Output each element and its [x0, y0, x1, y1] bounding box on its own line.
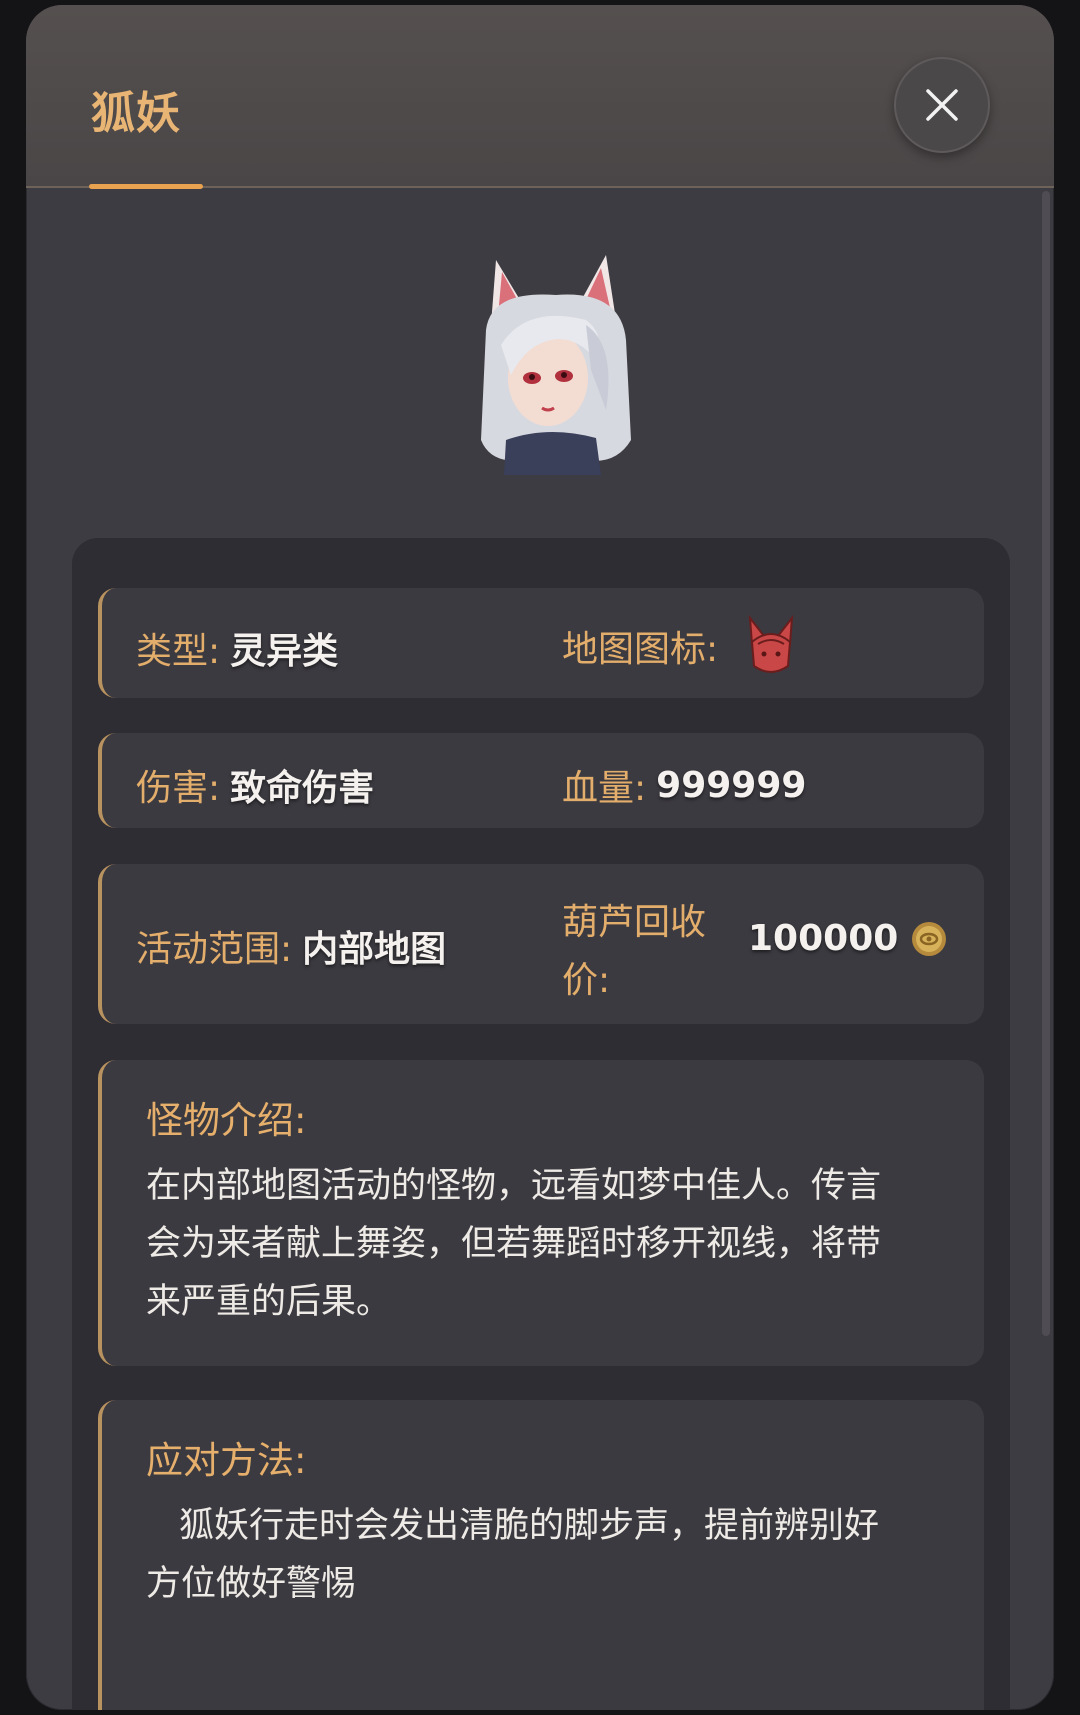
damage-field: 伤害: 致命伤害 [136, 759, 374, 811]
intro-line: 会为来者献上舞姿，但若舞蹈时移开视线，将带 [146, 1224, 882, 1264]
hp-label: 血量: [562, 768, 647, 809]
modal-header: 狐妖 [26, 5, 1054, 189]
map-icon-field: 地图图标: [562, 614, 796, 678]
map-icon-label: 地图图标: [562, 629, 719, 670]
hp-field: 血量: 999999 [562, 759, 806, 811]
active-tab-indicator [89, 184, 203, 189]
strategy-line: 方位做好警惕 [146, 1564, 357, 1604]
scrollbar[interactable] [1042, 191, 1050, 1336]
recycle-label-line2: 价: [562, 960, 611, 1001]
range-label: 活动范围: [136, 929, 293, 970]
info-panel: 类型: 灵异类 地图图标: 伤害: 致命伤害 血量: 999999 活动范围: … [72, 538, 1010, 1710]
monster-intro-card: 怪物介绍: 在内部地图活动的怪物，远看如梦中佳人。传言 会为来者献上舞姿，但若舞… [98, 1060, 984, 1366]
info-card-range: 活动范围: 内部地图 葫芦回收 价: 100000 [98, 864, 984, 1024]
intro-text: 在内部地图活动的怪物，远看如梦中佳人。传言 会为来者献上舞姿，但若舞蹈时移开视线… [146, 1157, 936, 1331]
fox-head-map-icon [748, 614, 794, 673]
type-label: 类型: [136, 631, 221, 672]
tab-monster-name[interactable]: 狐妖 [91, 77, 181, 141]
intro-line: 来严重的后果。 [146, 1282, 392, 1322]
range-value: 内部地图 [302, 929, 447, 970]
type-value: 灵异类 [230, 631, 339, 672]
close-button[interactable] [894, 57, 990, 153]
strategy-line: 狐妖行走时会发出清脆的脚步声，提前辨别好 [179, 1506, 880, 1546]
recycle-label-line1: 葫芦回收 [562, 902, 707, 943]
info-card-damage: 伤害: 致命伤害 血量: 999999 [98, 733, 984, 828]
recycle-value-field: 100000 [738, 918, 948, 959]
strategy-card: 应对方法: 狐妖行走时会发出清脆的脚步声，提前辨别好 方位做好警惕 [98, 1400, 984, 1710]
hp-value: 999999 [656, 764, 807, 806]
fox-demon-portrait [481, 255, 631, 475]
damage-label: 伤害: [136, 768, 221, 809]
strategy-title: 应对方法: [146, 1439, 307, 1482]
damage-value: 致命伤害 [230, 768, 375, 809]
range-field: 活动范围: 内部地图 [136, 920, 446, 972]
intro-line: 在内部地图活动的怪物，远看如梦中佳人。传言 [146, 1166, 882, 1206]
gold-coin-icon [912, 921, 947, 956]
recycle-value: 100000 [748, 918, 899, 959]
recycle-label: 葫芦回收 价: [562, 894, 706, 1010]
strategy-text: 狐妖行走时会发出清脆的脚步声，提前辨别好 方位做好警惕 [146, 1497, 936, 1613]
intro-title: 怪物介绍: [146, 1099, 307, 1142]
close-icon [926, 89, 958, 121]
type-field: 类型: 灵异类 [136, 622, 338, 674]
info-card-type: 类型: 灵异类 地图图标: [98, 588, 984, 698]
monster-detail-modal: 狐妖 类型: 灵异类 地图图标: 伤害: 致命伤害 血量: 999999 活动范… [26, 5, 1054, 1710]
